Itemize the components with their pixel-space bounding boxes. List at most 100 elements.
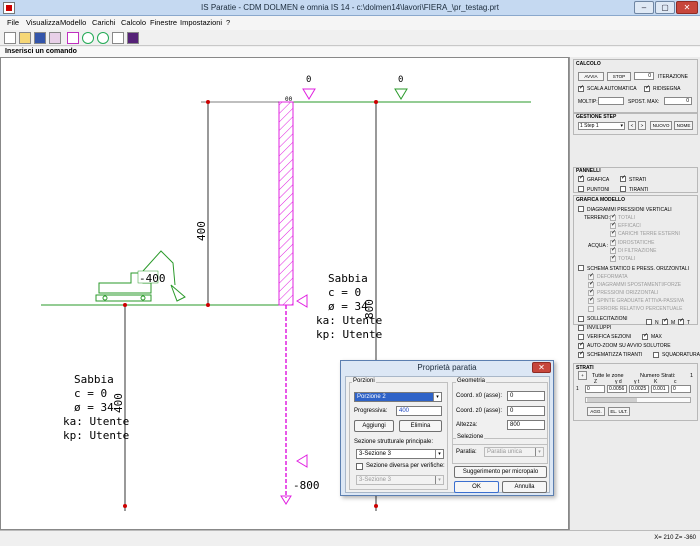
open-folder-icon[interactable] — [19, 32, 31, 44]
grafica-checkbox[interactable] — [578, 175, 584, 182]
command-bar[interactable]: Inserisci un comando — [0, 47, 700, 57]
nome-button[interactable]: NOME — [674, 121, 693, 130]
elimina-button[interactable]: Elimina — [399, 420, 442, 432]
table-cell[interactable]: 0.0025 — [629, 385, 649, 393]
n-checkbox[interactable] — [646, 319, 652, 325]
verifica-checkbox[interactable] — [578, 334, 584, 340]
layers-button[interactable]: + — [578, 371, 587, 380]
diagrammi-checkbox[interactable] — [578, 206, 584, 212]
grafica-modello-header: GRAFICA MODELLO — [576, 197, 625, 203]
tiranti-checkbox[interactable] — [620, 186, 626, 192]
avvia-button[interactable]: AVVIA — [578, 72, 604, 81]
step-select[interactable]: 1 Step 1 ▾ — [578, 122, 625, 130]
aggiungi-button[interactable]: Aggiungi — [354, 420, 394, 432]
export-icon[interactable] — [49, 32, 61, 44]
t-checkbox[interactable] — [678, 318, 684, 325]
puntoni-checkbox[interactable] — [578, 186, 584, 192]
deformata-checkbox[interactable] — [588, 273, 594, 280]
progressiva-field[interactable]: 400 — [396, 406, 442, 416]
agg-button[interactable]: AGG. — [587, 407, 605, 416]
altezza-field[interactable]: 800 — [507, 420, 545, 430]
close-button[interactable]: ✕ — [676, 1, 698, 14]
gestione-step-header: GESTIONE STEP — [576, 114, 617, 120]
el-ult-button[interactable]: EL. ULT. — [608, 407, 630, 416]
suggerimento-button[interactable]: Suggerimento per micropalo — [454, 466, 547, 478]
schema-checkbox[interactable] — [578, 265, 584, 271]
x0-field[interactable]: 0 — [507, 391, 545, 401]
moltip-field[interactable] — [598, 97, 624, 105]
menu-file[interactable]: File — [7, 18, 19, 27]
table-cell[interactable]: 0 — [585, 385, 605, 393]
filtrazione-checkbox[interactable] — [610, 247, 616, 254]
table-cell[interactable]: 0 — [671, 385, 691, 393]
auto-zoom-label: AUTO-ZOOM SU AVVIO SOLUTORE — [587, 343, 671, 349]
node-marker — [123, 504, 127, 508]
pressioni-checkbox[interactable] — [588, 289, 594, 296]
totali-acqua-checkbox[interactable] — [610, 255, 616, 262]
porzione-select[interactable]: Porzione 2 ▾ — [354, 392, 442, 402]
wall-upper[interactable] — [278, 101, 294, 306]
menu-finestre[interactable]: Finestre — [150, 18, 177, 27]
menu-carichi[interactable]: Carichi — [92, 18, 115, 27]
sezione-select[interactable]: 3-Sezione 3 ▾ — [356, 449, 444, 459]
move-icon[interactable] — [67, 32, 79, 44]
totali-checkbox[interactable] — [610, 214, 616, 221]
spost-max-label: SPOST. MAX: — [628, 99, 660, 105]
save-icon[interactable] — [34, 32, 46, 44]
max-checkbox[interactable] — [642, 333, 648, 340]
step-prev-button[interactable]: < — [628, 121, 636, 130]
menu-visualizza[interactable]: Visualizza — [26, 18, 60, 27]
new-file-icon[interactable] — [4, 32, 16, 44]
iterations-field: 0 — [634, 72, 654, 80]
minimize-button[interactable]: – — [634, 1, 654, 14]
zoom-out-icon[interactable] — [97, 32, 109, 44]
load-marker-right[interactable] — [394, 88, 408, 100]
m-checkbox[interactable] — [662, 318, 668, 325]
puntoni-label: PUNTONI — [587, 187, 610, 193]
step-next-button[interactable]: > — [638, 121, 646, 130]
efficaci-checkbox[interactable] — [610, 222, 616, 229]
table-cell[interactable]: 0.0056 — [607, 385, 627, 393]
spinte-checkbox[interactable] — [588, 297, 594, 304]
auto-zoom-checkbox[interactable] — [578, 342, 584, 349]
nuovo-button[interactable]: NUOVO — [650, 121, 672, 130]
paratia-select[interactable]: Paratia unica ▾ — [484, 447, 544, 457]
annulla-button[interactable]: Annulla — [502, 481, 547, 493]
tiranti-label: TIRANTI — [629, 187, 649, 193]
table-cell[interactable]: 0.001 — [651, 385, 669, 393]
stop-button[interactable]: STOP — [607, 72, 631, 81]
scrollbar-thumb[interactable] — [587, 398, 637, 402]
menu-modello[interactable]: Modello — [60, 18, 86, 27]
diagrammi-spost-checkbox[interactable] — [588, 281, 594, 288]
right-panel: CALCOLO AVVIA STOP 0 ITERAZIONE SCALA AU… — [569, 57, 700, 530]
load-marker-left[interactable] — [302, 88, 316, 100]
zoom-window-icon[interactable] — [112, 32, 124, 44]
inviluppi-checkbox[interactable] — [578, 325, 584, 331]
sollecitazioni-checkbox[interactable] — [578, 316, 584, 322]
errore-checkbox[interactable] — [588, 306, 594, 312]
z0-field[interactable]: 0 — [507, 406, 545, 416]
bottom-level: -800 — [293, 479, 320, 492]
spost-max-field[interactable]: 0 — [664, 97, 692, 105]
diversa-select[interactable]: 3-Sezione 3 ▾ — [356, 475, 444, 485]
maximize-button[interactable]: ▢ — [655, 1, 675, 14]
menu-help[interactable]: ? — [226, 18, 230, 27]
zoom-in-icon[interactable] — [82, 32, 94, 44]
ok-button[interactable]: OK — [454, 481, 499, 493]
squadratura-checkbox[interactable] — [653, 352, 659, 358]
node-marker — [123, 303, 127, 307]
strati-checkbox[interactable] — [620, 175, 626, 182]
carichi-terre-checkbox[interactable] — [610, 230, 616, 237]
render-icon[interactable] — [127, 32, 139, 44]
diversa-checkbox[interactable] — [356, 463, 363, 470]
strati-scrollbar[interactable] — [585, 397, 691, 403]
ridisegna-checkbox[interactable] — [644, 85, 650, 92]
idrostatiche-checkbox[interactable] — [610, 239, 616, 246]
filtrazione-label: DI FILTRAZIONE — [618, 248, 657, 254]
status-bar: X= 210 Z= -360 — [0, 530, 700, 546]
menu-impostazioni[interactable]: Impostazioni — [180, 18, 222, 27]
schematizza-checkbox[interactable] — [578, 351, 584, 358]
dialog-close-button[interactable]: ✕ — [532, 362, 551, 373]
scala-automatica-checkbox[interactable] — [578, 85, 584, 92]
menu-calcolo[interactable]: Calcolo — [121, 18, 146, 27]
